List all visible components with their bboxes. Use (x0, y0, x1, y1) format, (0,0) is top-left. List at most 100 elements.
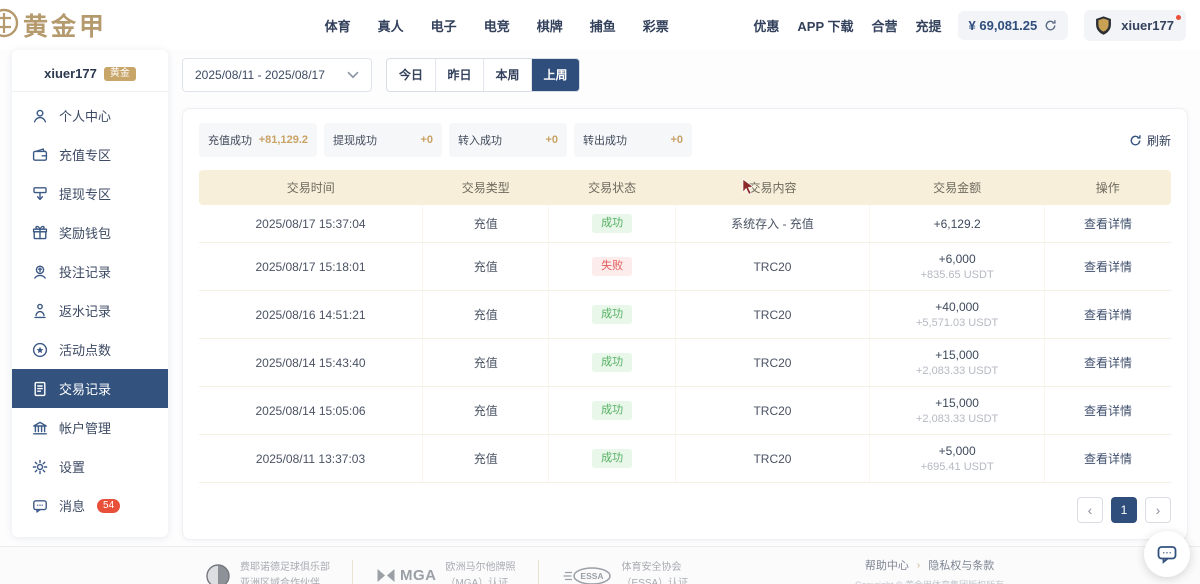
column-header: 交易时间 (199, 170, 423, 205)
view-details-link[interactable]: 查看详情 (1084, 308, 1132, 322)
sidebar-username: xiuer177 (44, 66, 97, 81)
status-badge: 失败 (592, 257, 632, 276)
sidebar-item-label: 消息 (59, 496, 85, 515)
document-icon (31, 380, 49, 398)
footer-link-1[interactable]: 隐私权与条款 (928, 557, 994, 573)
cert-line2: 亚洲区域合作伙伴 (240, 576, 330, 584)
chat-bubble-icon (1155, 542, 1179, 566)
cell-amount: +5,000+695.41 USDT (870, 435, 1045, 483)
sidebar-item-messages[interactable]: 消息54 (12, 486, 168, 525)
footer-right: 帮助中心›隐私权与条款 Copyright © 黄金甲体育集团版权所有 (855, 557, 1004, 584)
balance-refresh-icon[interactable] (1044, 19, 1057, 32)
main-content: 2025/08/11 - 2025/08/17 今日昨日本周上周 刷新 充值成功… (182, 50, 1188, 540)
quick-link-1[interactable]: APP 下载 (797, 16, 853, 35)
footer-cert-1: MGA欧洲马尔他牌照（MGA）认证 (353, 560, 539, 584)
bank-icon (31, 419, 49, 437)
pagination-prev-button[interactable]: ‹ (1077, 497, 1103, 523)
sidebar-item-activity-points[interactable]: 活动点数 (12, 330, 168, 369)
stat-value: +0 (545, 134, 558, 146)
sidebar-item-account-management[interactable]: 帐户管理 (12, 408, 168, 447)
footer-certs: 费耶诺德足球俱乐部亚洲区域合作伙伴MGA欧洲马尔他牌照（MGA）认证ESSA体育… (205, 560, 710, 584)
balance-pill[interactable]: ¥ 69,081.25 (958, 11, 1069, 40)
refresh-button[interactable]: 刷新 (1129, 132, 1171, 149)
sidebar-divider (12, 91, 168, 92)
transactions-card: 刷新 充值成功+81,129.2提现成功+0转入成功+0转出成功+0 交易时间交… (182, 108, 1188, 540)
footer-links: 帮助中心›隐私权与条款 (855, 557, 1004, 573)
stat-box-2: 转入成功+0 (449, 123, 567, 157)
cell-amount: +40,000 +5,571.03 USDT (870, 291, 1045, 339)
nav-item-0[interactable]: 体育 (325, 16, 351, 35)
nav-item-5[interactable]: 捕鱼 (590, 16, 616, 35)
sidebar-item-withdraw[interactable]: 提现专区 (12, 174, 168, 213)
cert-line1: 体育安全协会 (622, 560, 689, 576)
cell-status: 成功 (549, 387, 675, 435)
cell-action: 查看详情 (1045, 339, 1171, 387)
cell-content: TRC20 (675, 339, 869, 387)
column-header: 交易金额 (870, 170, 1045, 205)
stat-value: +81,129.2 (259, 134, 308, 146)
table-head: 交易时间交易类型交易状态交易内容交易金额操作 (199, 170, 1171, 205)
content-row: xiuer177 黄金 个人中心充值专区提现专区奖励钱包投注记录返水记录活动点数… (0, 50, 1200, 540)
cell-content: 系统存入 - 充值 (675, 205, 869, 243)
tab-yesterday[interactable]: 昨日 (435, 59, 483, 91)
sidebar-item-settings[interactable]: 设置 (12, 447, 168, 486)
page: 黄金甲 体育 真人 电子 电竞 棋牌 捕鱼 彩票 优惠 APP 下载合营充提 ¥ 69,081… (0, 0, 1200, 584)
cell-amount: +6,000+835.65 USDT (870, 243, 1045, 291)
range-tabs: 今日昨日本周上周 (386, 58, 580, 92)
refresh-label: 刷新 (1147, 132, 1171, 149)
status-badge: 成功 (592, 214, 632, 233)
sidebar-item-personal-center[interactable]: 个人中心 (12, 96, 168, 135)
quick-link-0[interactable]: 优惠 (753, 16, 779, 35)
quick-link-2[interactable]: 合营 (872, 16, 898, 35)
pagination-page-1[interactable]: 1 (1111, 497, 1137, 523)
brand-logo[interactable]: 黄金甲 (0, 6, 240, 45)
view-details-link[interactable]: 查看详情 (1084, 356, 1132, 370)
cell-status: 成功 (549, 291, 675, 339)
nav-item-4[interactable]: 棋牌 (537, 16, 563, 35)
stat-value: +0 (670, 134, 683, 146)
pagination-next-button[interactable]: › (1145, 497, 1171, 523)
sidebar-item-rebate-records[interactable]: 返水记录 (12, 291, 168, 330)
amount-main: +5,000 (874, 444, 1040, 458)
nav-item-2[interactable]: 电子 (431, 16, 457, 35)
tab-this-week[interactable]: 本周 (483, 59, 531, 91)
table-row: 2025/08/14 15:43:40充值成功TRC20+15,000+2,08… (199, 339, 1171, 387)
essa-logo: ESSA (561, 566, 613, 584)
brand-logo-text: 黄金甲 (23, 7, 107, 43)
view-details-link[interactable]: 查看详情 (1084, 217, 1132, 231)
cell-action: 查看详情 (1045, 387, 1171, 435)
sidebar-item-reward-wallet[interactable]: 奖励钱包 (12, 213, 168, 252)
nav-item-6[interactable]: 彩票 (643, 16, 669, 35)
live-chat-button[interactable] (1144, 531, 1190, 577)
cert-line2: （ESSA）认证 (622, 576, 689, 584)
amount-sub: +5,571.03 USDT (874, 317, 1040, 329)
user-menu[interactable]: xiuer177 (1084, 10, 1186, 41)
footer-link-0[interactable]: 帮助中心 (865, 557, 909, 573)
sidebar-item-bet-records[interactable]: 投注记录 (12, 252, 168, 291)
cell-type: 充值 (423, 387, 549, 435)
user-icon (31, 107, 49, 125)
amount-main: +40,000 (874, 300, 1040, 314)
brand-logo-icon (0, 6, 21, 45)
amount-sub: +2,083.33 USDT (874, 413, 1040, 425)
nav-item-1[interactable]: 真人 (378, 16, 404, 35)
cert-line2: （MGA）认证 (446, 576, 516, 584)
sidebar-item-transaction-records[interactable]: 交易记录 (12, 369, 168, 408)
footer: 费耶诺德足球俱乐部亚洲区域合作伙伴MGA欧洲马尔他牌照（MGA）认证ESSA体育… (0, 546, 1200, 584)
sidebar-item-deposit[interactable]: 充值专区 (12, 135, 168, 174)
date-range-select[interactable]: 2025/08/11 - 2025/08/17 (182, 58, 372, 92)
header-right: 优惠 APP 下载合营充提 ¥ 69,081.25 xiuer177 (753, 10, 1186, 41)
view-details-link[interactable]: 查看详情 (1084, 260, 1132, 274)
copyright-text: Copyright © 黄金甲体育集团版权所有 (855, 578, 1004, 584)
status-badge: 成功 (592, 305, 632, 324)
tab-today[interactable]: 今日 (387, 59, 435, 91)
nav-item-3[interactable]: 电竞 (484, 16, 510, 35)
sidebar-item-label: 奖励钱包 (59, 223, 111, 242)
tab-last-week[interactable]: 上周 (531, 59, 579, 91)
quick-link-3[interactable]: 充提 (916, 16, 942, 35)
cert-line1: 欧洲马尔他牌照 (446, 560, 516, 576)
amount-sub: +2,083.33 USDT (874, 365, 1040, 377)
view-details-link[interactable]: 查看详情 (1084, 404, 1132, 418)
view-details-link[interactable]: 查看详情 (1084, 452, 1132, 466)
stat-box-3: 转出成功+0 (574, 123, 692, 157)
